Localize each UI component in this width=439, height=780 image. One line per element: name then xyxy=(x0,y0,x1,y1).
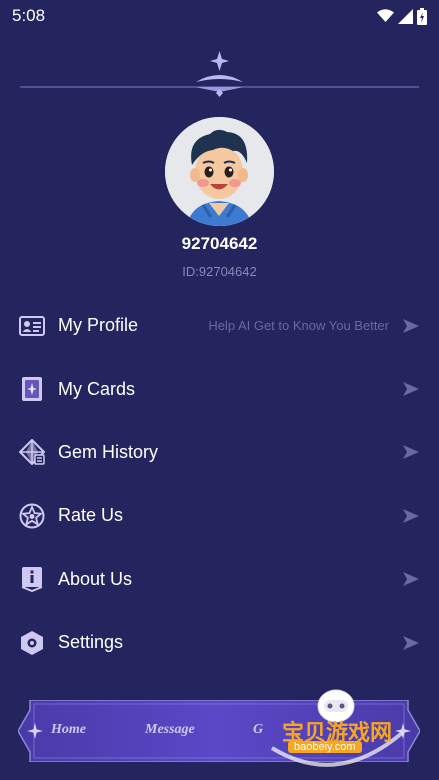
arrow-right-icon xyxy=(403,445,419,460)
id-card-icon xyxy=(18,312,45,339)
arrow-right-icon xyxy=(403,382,419,397)
menu-item-my-profile[interactable]: My Profile Help AI Get to Know You Bette… xyxy=(0,294,439,357)
menu-item-gem-history[interactable]: Gem History xyxy=(0,421,439,484)
menu-item-label: About Us xyxy=(58,568,133,589)
battery-icon xyxy=(417,7,427,25)
ornament-divider xyxy=(20,51,419,97)
user-id: ID:92704642 xyxy=(182,264,257,279)
watermark-url: baobeiy.com xyxy=(288,741,362,753)
arrow-right-icon xyxy=(403,508,419,523)
menu-item-label: My Cards xyxy=(58,378,136,399)
menu-item-label: My Profile xyxy=(58,315,139,336)
card-icon xyxy=(18,376,45,403)
status-icons xyxy=(377,7,427,25)
status-bar: 5:08 xyxy=(0,0,439,32)
gem-icon xyxy=(18,439,45,466)
status-time: 5:08 xyxy=(12,6,46,25)
menu-item-settings[interactable]: Settings xyxy=(0,611,439,674)
settings-icon xyxy=(18,629,45,656)
menu-item-about-us[interactable]: About Us xyxy=(0,548,439,611)
info-icon xyxy=(18,566,45,593)
menu-list: My Profile Help AI Get to Know You Bette… xyxy=(0,294,439,674)
star-icon xyxy=(18,502,45,529)
username: 92704642 xyxy=(181,234,258,253)
menu-item-label: Settings xyxy=(58,632,124,653)
menu-item-hint: Help AI Get to Know You Better xyxy=(208,318,389,334)
menu-item-rate-us[interactable]: Rate Us xyxy=(0,484,439,547)
signal-icon xyxy=(398,8,413,24)
arrow-right-icon xyxy=(403,318,419,333)
arrow-right-icon xyxy=(403,572,419,587)
avatar-illustration xyxy=(165,117,274,226)
nav-star-left-icon xyxy=(27,723,43,739)
nav-home[interactable]: Home xyxy=(51,722,86,738)
menu-item-label: Rate Us xyxy=(58,505,124,526)
nav-message[interactable]: Message xyxy=(145,722,195,738)
menu-item-label: Gem History xyxy=(58,441,159,462)
menu-item-my-cards[interactable]: My Cards xyxy=(0,357,439,420)
wifi-icon xyxy=(377,9,394,22)
watermark: 宝贝游戏网 baobeiy.com xyxy=(262,688,422,778)
arrow-right-icon xyxy=(403,635,419,650)
avatar[interactable] xyxy=(165,117,274,226)
